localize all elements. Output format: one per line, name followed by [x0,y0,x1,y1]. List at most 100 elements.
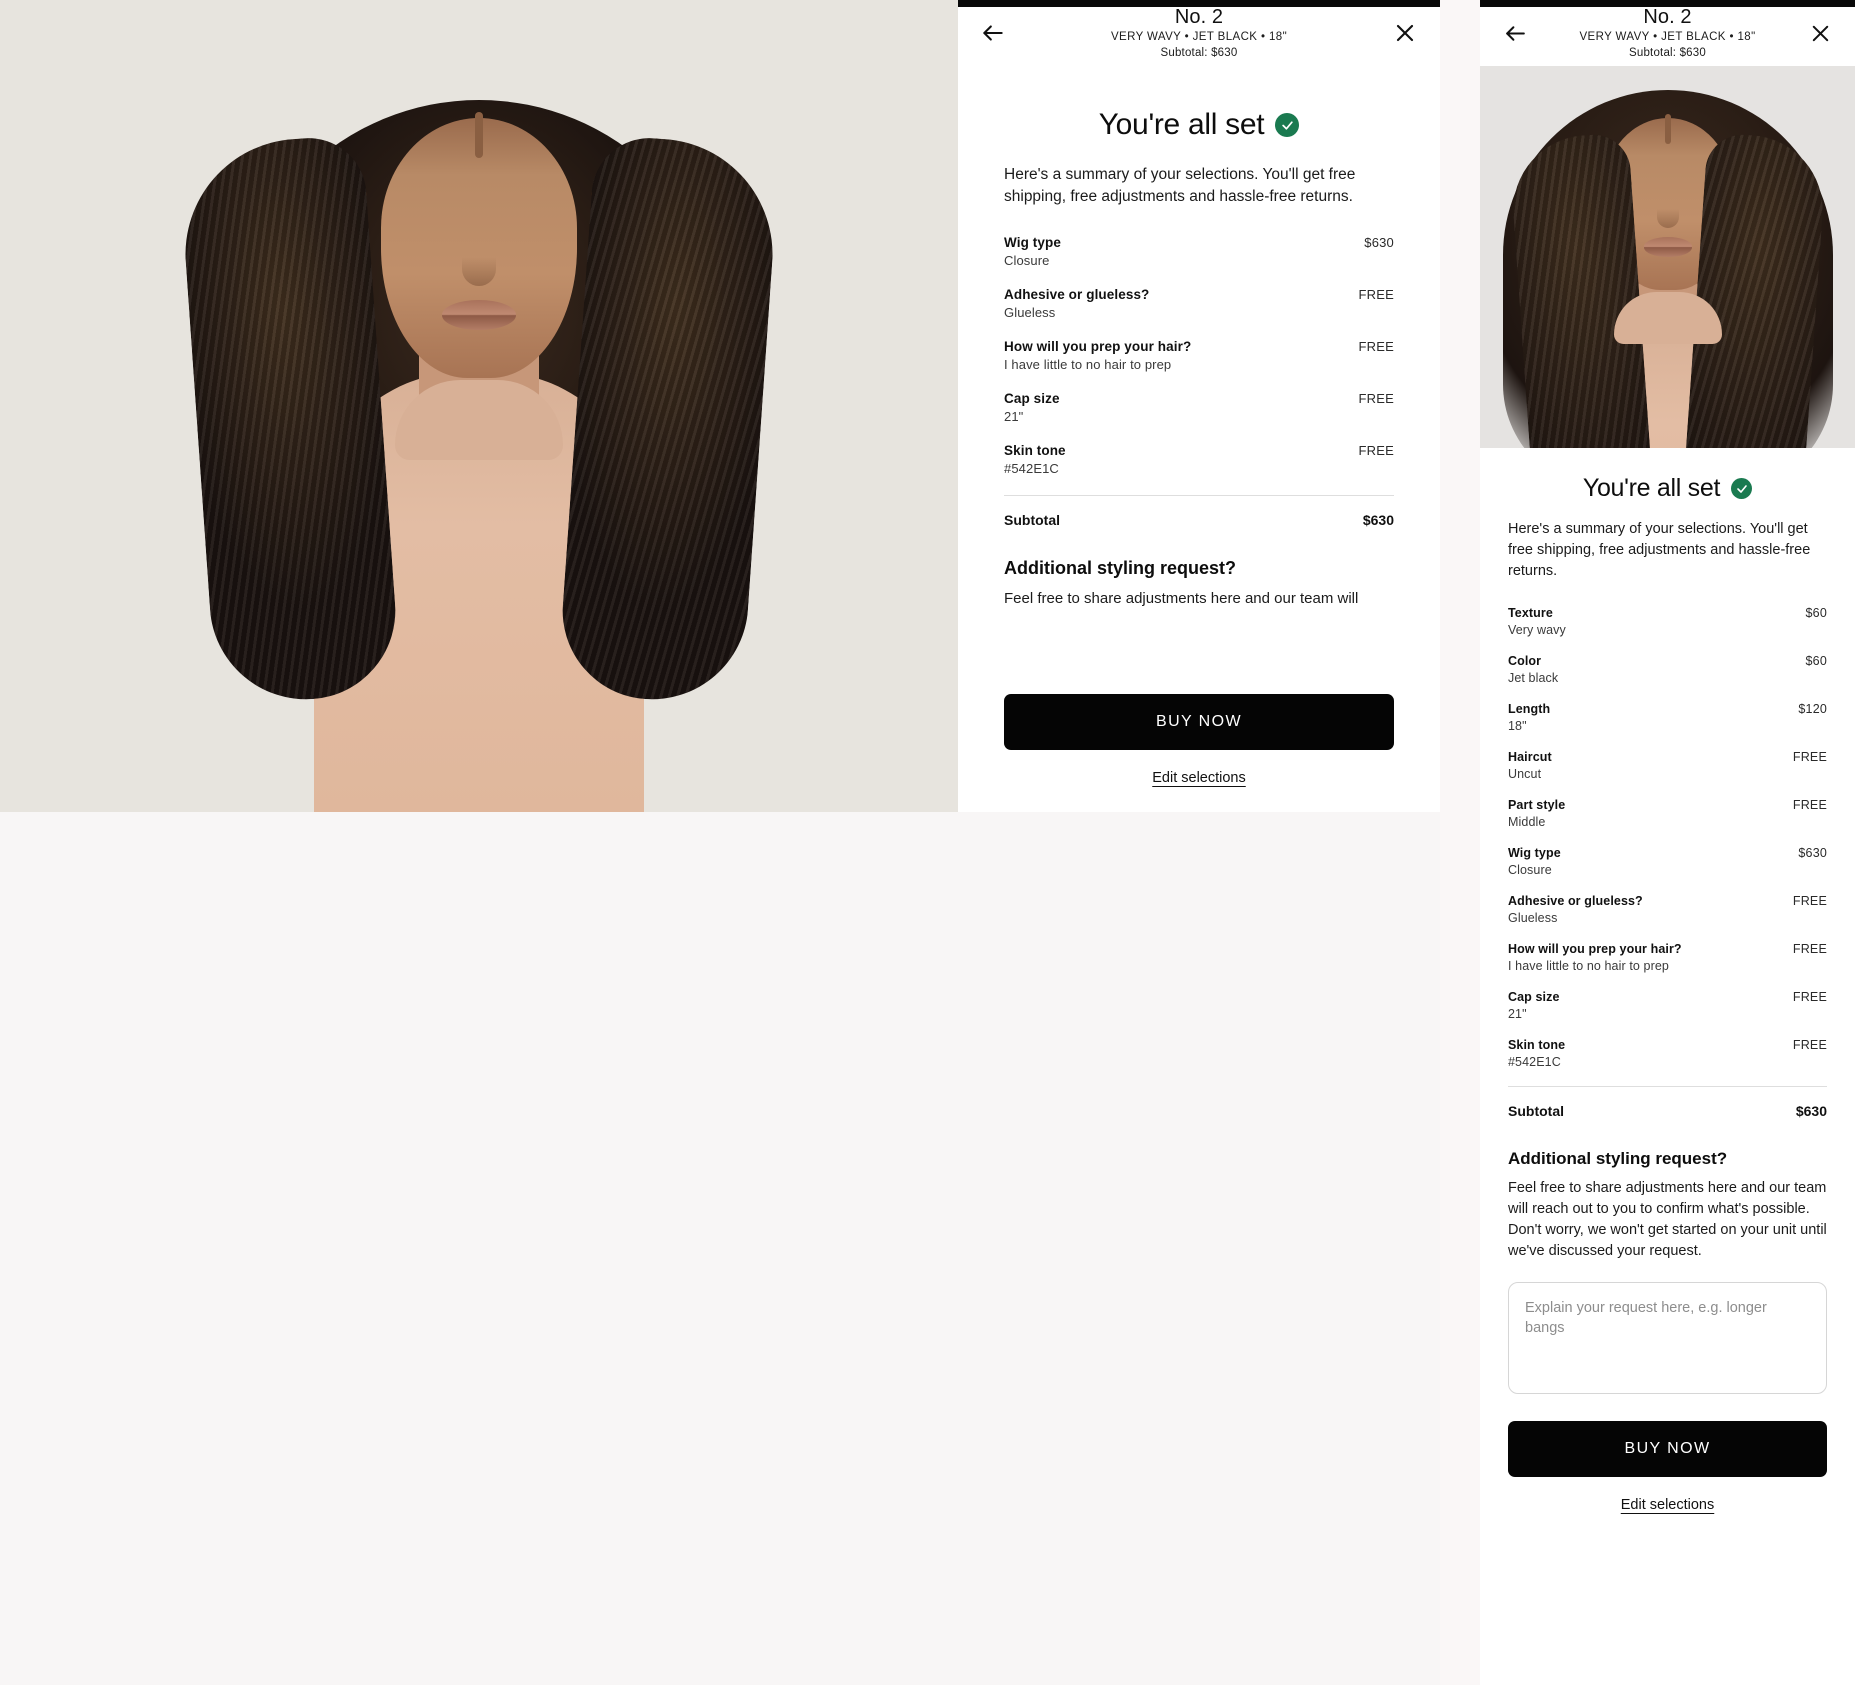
styling-request-input[interactable] [1508,1282,1827,1395]
close-icon[interactable] [1803,16,1837,50]
buy-now-button[interactable]: BUY NOW [1508,1421,1827,1478]
page-title: You're all set [1004,108,1394,142]
panel-navbar: No. 2 VERY WAVY • JET BLACK • 18" Subtot… [1480,0,1855,66]
selection-row: Part style Middle FREE [1508,798,1827,829]
selection-label: Skin tone [1004,442,1066,458]
selection-price: FREE [1792,990,1827,1005]
check-circle-icon [1275,113,1300,137]
selection-text: How will you prep your hair? I have littl… [1004,339,1191,372]
panel-scroll-area[interactable]: You're all set Here's a summary of your … [958,66,1440,812]
model-photo [129,0,829,812]
selection-text: Cap size 21" [1004,391,1060,424]
selection-text: Cap size 21" [1508,990,1560,1021]
page-title-text: You're all set [1582,474,1721,502]
selection-row: How will you prep your hair? I have littl… [1004,339,1394,372]
selection-value: Uncut [1508,767,1542,782]
selection-row: Wig type Closure $630 [1508,846,1827,877]
selection-row: Cap size 21" FREE [1508,990,1827,1021]
product-attributes: VERY WAVY • JET BLACK • 18" [1579,31,1756,44]
selection-price: FREE [1792,1038,1827,1053]
selection-text: Wig type Closure [1004,235,1061,268]
bottom-spacer [1508,1513,1827,1547]
product-number: No. 2 [1643,6,1692,29]
product-number: No. 2 [1174,6,1224,29]
selection-text: Adhesive or glueless? Glueless [1004,287,1149,320]
selection-text: How will you prep your hair? I have littl… [1508,942,1682,973]
page-title-text: You're all set [1098,108,1265,141]
selection-price: $120 [1798,702,1827,717]
selection-row: How will you prep your hair? I have littl… [1508,942,1827,973]
selection-row: Length 18" $120 [1508,702,1827,733]
product-subtotal-line: Subtotal: $630 [1629,46,1706,59]
selection-price: FREE [1792,942,1827,957]
selection-label: Texture [1508,606,1553,621]
subtotal-price: $630 [1795,1103,1827,1120]
selection-value: I have little to no hair to prep [1004,356,1172,372]
model-nose [1656,196,1679,228]
model-nose [462,238,496,286]
selection-value: 21" [1508,1007,1527,1022]
buy-now-button[interactable]: BUY NOW [1004,694,1394,750]
selection-value: Closure [1508,863,1552,878]
model-hair-left [177,134,402,706]
selection-value: 18" [1508,719,1527,734]
model-hair-part [1664,114,1671,144]
edit-selections-link[interactable]: Edit selections [1508,1497,1827,1513]
panel-gap [1440,0,1480,1685]
selection-row: Skin tone #542E1C FREE [1004,443,1394,476]
selection-text: Length 18" [1508,702,1550,733]
summary-intro: Here's a summary of your selections. You… [1508,521,1811,580]
model-hair-right [556,134,781,706]
edit-selections-link[interactable]: Edit selections [1004,770,1394,786]
panel-navbar: No. 2 VERY WAVY • JET BLACK • 18" Subtot… [958,0,1440,66]
selection-label: Cap size [1004,390,1060,406]
selection-label: Length [1508,702,1551,717]
product-summary: No. 2 VERY WAVY • JET BLACK • 18" Subtot… [1532,6,1803,59]
selection-text: Wig type Closure [1508,846,1561,877]
selection-row: Adhesive or glueless? Glueless FREE [1004,287,1394,320]
divider [1004,494,1394,496]
divider [1508,1086,1827,1088]
styling-request-title: Additional styling request? [1508,1149,1728,1169]
selection-price: FREE [1792,894,1827,909]
arrow-left-icon[interactable] [976,16,1010,50]
selection-row: Skin tone #542E1C FREE [1508,1038,1827,1069]
selections-list-middle: Wig type Closure $630 Adhesive or glueless?… [1004,235,1394,476]
selection-label: Adhesive or glueless? [1004,286,1150,302]
selection-value: I have little to no hair to prep [1508,959,1669,974]
hero-product-image [0,0,958,812]
selection-text: Color Jet black [1508,654,1558,685]
model-photo [1502,66,1833,448]
summary-content: You're all set Here's a summary of your … [958,108,1440,750]
selection-row: Texture Very wavy $60 [1508,606,1827,637]
selection-value: Closure [1004,252,1050,268]
summary-content: You're all set Here's a summary of your … [1480,474,1855,1547]
selection-text: Part style Middle [1508,798,1565,829]
selection-price: $630 [1798,846,1827,861]
selection-price: FREE [1358,338,1394,354]
product-subtotal-line: Subtotal: $630 [1160,46,1238,59]
selection-label: Skin tone [1508,1038,1566,1053]
check-circle-icon [1731,478,1753,499]
selection-price: FREE [1358,442,1394,458]
selection-label: Wig type [1004,234,1061,250]
selection-row: Haircut Uncut FREE [1508,750,1827,781]
selection-price: FREE [1358,286,1394,302]
selection-value: #542E1C [1508,1055,1561,1070]
arrow-left-icon[interactable] [1498,16,1532,50]
screenshot-stage: No. 2 VERY WAVY • JET BLACK • 18" Subtot… [0,0,1855,1685]
subtotal-row: Subtotal $630 [1004,512,1394,528]
selection-value: Middle [1508,815,1546,830]
page-background [0,812,1440,1685]
selection-label: How will you prep your hair? [1004,338,1192,354]
selection-value: Glueless [1004,304,1056,320]
selection-price: FREE [1792,750,1827,765]
subtotal-price: $630 [1362,511,1394,528]
selection-label: Adhesive or glueless? [1508,894,1643,909]
selection-label: How will you prep your hair? [1508,942,1682,957]
close-icon[interactable] [1388,16,1422,50]
subtotal-label: Subtotal [1004,511,1060,528]
selection-value: Jet black [1508,671,1559,686]
model-lips [442,300,516,330]
selection-text: Adhesive or glueless? Glueless [1508,894,1643,925]
